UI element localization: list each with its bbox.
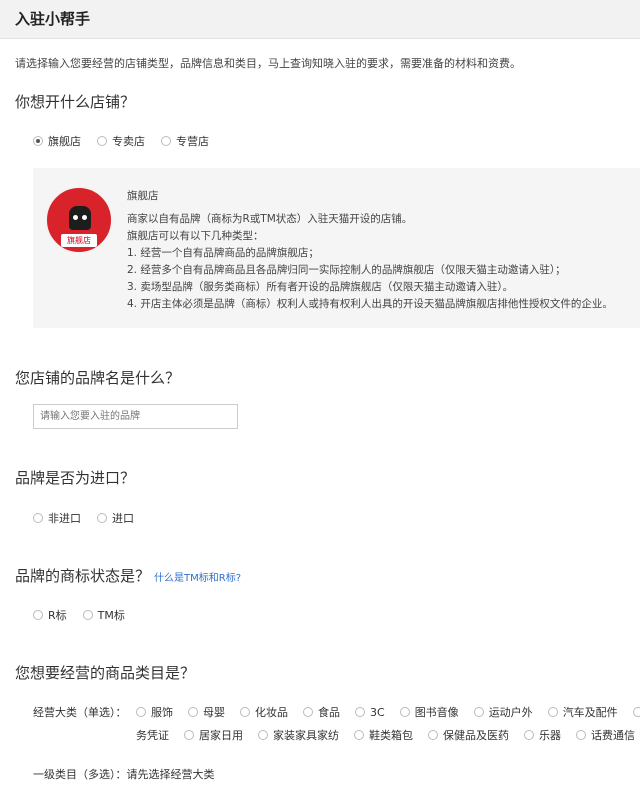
- category-option[interactable]: 3C: [355, 706, 385, 719]
- category-option[interactable]: 居家日用: [184, 727, 243, 743]
- radio-label: 进口: [112, 512, 134, 525]
- tmall-cat-logo-icon: 旗舰店: [45, 186, 113, 254]
- category-option[interactable]: 保健品及医药: [428, 727, 509, 743]
- radio-icon[interactable]: [632, 707, 640, 717]
- radio-icon[interactable]: [161, 136, 171, 146]
- radio-icon[interactable]: [547, 707, 558, 717]
- trademark-radio-group: R标 TM标: [33, 607, 141, 623]
- radio-label: TM标: [97, 609, 125, 622]
- trademark-option-r[interactable]: R标: [33, 607, 67, 623]
- radio-label: 专营店: [176, 135, 209, 148]
- radio-icon[interactable]: [240, 707, 250, 717]
- intro-text: 请选择输入您要经营的店铺类型，品牌信息和类目，马上查询知晓入驻的要求，需要准备的…: [15, 57, 521, 70]
- radio-label: 非进口: [48, 512, 81, 525]
- info-title: 旗舰店: [127, 190, 159, 202]
- radio-icon[interactable]: [524, 730, 534, 740]
- main-category-row-2: 务凭证 居家日用 家装家具家纺 鞋类箱包 保健品及医药 乐器 话费通信: [136, 727, 640, 743]
- category-option[interactable]: 母婴: [188, 704, 225, 720]
- logo-badge: 旗舰店: [61, 234, 97, 247]
- trademark-question-text: 品牌的商标状态是？: [15, 567, 151, 585]
- category-option[interactable]: 家装家具家纺: [258, 727, 339, 743]
- store-type-radio-group: 旗舰店 专卖店 专营店: [33, 133, 225, 149]
- level1-category-label: 一级类目（多选）：请先选择经营大类: [33, 768, 215, 781]
- store-type-option-flagship[interactable]: 旗舰店: [33, 133, 81, 149]
- radio-icon[interactable]: [33, 610, 43, 620]
- category-question: 您想要经营的商品类目是？: [15, 664, 196, 682]
- radio-icon[interactable]: [428, 730, 438, 740]
- category-option[interactable]: 服: [632, 704, 640, 720]
- category-option[interactable]: 乐器: [524, 727, 561, 743]
- radio-icon[interactable]: [473, 707, 484, 717]
- radio-icon[interactable]: [97, 136, 107, 146]
- category-option[interactable]: 图书音像: [399, 704, 459, 720]
- category-option[interactable]: 服饰: [136, 704, 173, 720]
- brand-name-input[interactable]: [33, 404, 238, 429]
- store-type-option-exclusive[interactable]: 专卖店: [97, 133, 145, 149]
- radio-label: 旗舰店: [48, 135, 81, 148]
- info-line: 商家以自有品牌（商标为R或TM状态）入驻天猫开设的店铺。: [127, 213, 413, 225]
- radio-icon[interactable]: [354, 730, 364, 740]
- radio-icon[interactable]: [303, 707, 313, 717]
- store-type-info-box: 旗舰店 旗舰店 商家以自有品牌（商标为R或TM状态）入驻天猫开设的店铺。 旗舰店…: [33, 168, 640, 328]
- info-line: 1. 经营一个自有品牌商品的品牌旗舰店；: [127, 247, 319, 259]
- store-type-question: 你想开什么店铺？: [15, 93, 136, 111]
- info-line: 旗舰店可以有以下几种类型：: [127, 230, 264, 242]
- radio-label: R标: [48, 609, 67, 622]
- trademark-question: 品牌的商标状态是？ 什么是TM标和R标?: [15, 565, 241, 586]
- info-line: 3. 卖场型品牌（服务类商标）所有者开设的品牌旗舰店（仅限天猫主动邀请入驻）。: [127, 281, 514, 293]
- trademark-help-link[interactable]: 什么是TM标和R标?: [154, 573, 241, 584]
- radio-icon[interactable]: [188, 707, 198, 717]
- store-type-option-specialty[interactable]: 专营店: [161, 133, 209, 149]
- info-line: 4. 开店主体必须是品牌（商标）权利人或持有权利人出具的开设天猫品牌旗舰店排他性…: [127, 298, 613, 310]
- category-option[interactable]: 化妆品: [240, 704, 288, 720]
- radio-icon[interactable]: [576, 730, 586, 740]
- radio-label: 专卖店: [112, 135, 145, 148]
- import-radio-group: 非进口 进口: [33, 510, 150, 526]
- radio-checked-icon[interactable]: [33, 136, 43, 146]
- radio-icon[interactable]: [82, 610, 93, 620]
- info-text: 旗舰店 商家以自有品牌（商标为R或TM状态）入驻天猫开设的店铺。 旗舰店可以有以…: [127, 188, 613, 313]
- main-category-label: 经营大类（单选）：: [33, 706, 127, 719]
- category-option[interactable]: 运动户外: [473, 704, 533, 720]
- page-title: 入驻小帮手: [15, 10, 91, 28]
- header: 入驻小帮手: [0, 0, 640, 39]
- radio-icon[interactable]: [355, 707, 365, 717]
- radio-icon[interactable]: [33, 513, 43, 523]
- import-option-domestic[interactable]: 非进口: [33, 510, 81, 526]
- radio-icon[interactable]: [136, 707, 146, 717]
- radio-icon[interactable]: [258, 730, 268, 740]
- category-option-wrapped-label[interactable]: 务凭证: [136, 727, 169, 743]
- category-option[interactable]: 鞋类箱包: [354, 727, 413, 743]
- radio-icon[interactable]: [97, 513, 107, 523]
- info-line: 2. 经营多个自有品牌商品且各品牌归同一实际控制人的品牌旗舰店（仅限天猫主动邀请…: [127, 264, 566, 276]
- radio-icon[interactable]: [184, 730, 194, 740]
- category-option[interactable]: 食品: [303, 704, 340, 720]
- radio-icon[interactable]: [399, 707, 410, 717]
- brand-name-question: 您店铺的品牌名是什么？: [15, 369, 181, 387]
- category-option[interactable]: 汽车及配件: [547, 704, 618, 720]
- main-category-row-1: 服饰 母婴 化妆品 食品 3C 图书音像 运动户外 汽车及配件 服: [136, 704, 640, 720]
- category-option[interactable]: 话费通信: [576, 727, 635, 743]
- trademark-option-tm[interactable]: TM标: [82, 607, 125, 623]
- import-question: 品牌是否为进口？: [15, 469, 136, 487]
- import-option-imported[interactable]: 进口: [97, 510, 134, 526]
